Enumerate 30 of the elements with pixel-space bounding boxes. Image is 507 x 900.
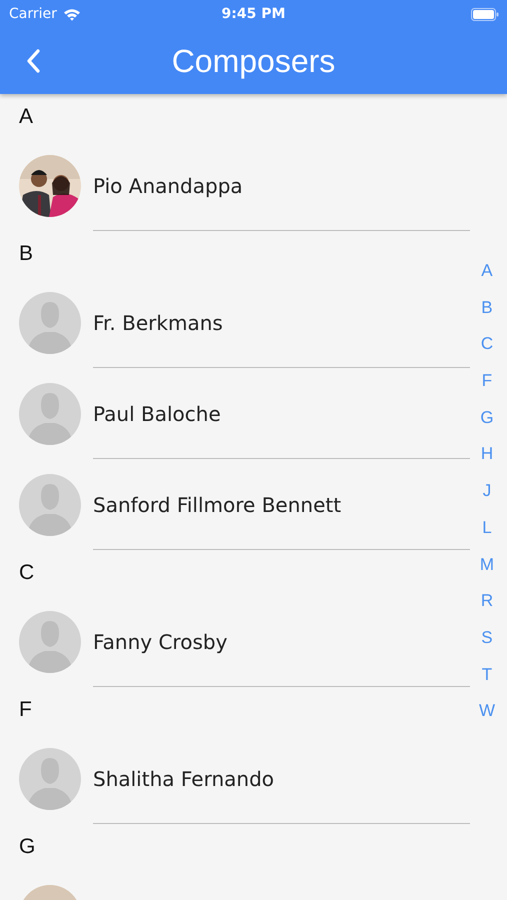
index-letter[interactable]: R xyxy=(480,589,494,626)
index-letter[interactable]: F xyxy=(482,369,492,406)
carrier-label: Carrier xyxy=(9,6,57,22)
index-letter[interactable]: C xyxy=(480,332,494,370)
section-header: B xyxy=(19,242,34,266)
index-letter[interactable]: J xyxy=(482,479,492,516)
index-letter[interactable]: B xyxy=(481,296,493,332)
status-time: 9:45 PM xyxy=(222,6,286,22)
index-letter[interactable]: H xyxy=(480,442,494,480)
index-letter[interactable]: G xyxy=(480,406,494,442)
index-letter[interactable]: W xyxy=(478,699,495,736)
index-letter[interactable]: M xyxy=(480,552,494,590)
section-header: G xyxy=(19,835,36,859)
composer-name[interactable]: Paul Baloche xyxy=(93,402,221,426)
page-title: Composers xyxy=(172,42,336,80)
composer-name[interactable]: Sanford Fillmore Bennett xyxy=(93,492,342,516)
composer-name[interactable]: Fanny Crosby xyxy=(93,630,228,654)
index-letter[interactable]: S xyxy=(481,626,493,663)
section-header: F xyxy=(19,698,32,722)
section-header: C xyxy=(19,561,34,585)
composer-name[interactable]: Fr. Berkmans xyxy=(93,310,223,334)
composer-name[interactable]: Pio Anandappa xyxy=(93,174,243,198)
composer-name[interactable]: Shalitha Fernando xyxy=(93,766,274,790)
section-header: A xyxy=(19,105,34,129)
index-letter[interactable]: A xyxy=(481,259,493,296)
wifi-icon xyxy=(62,8,81,20)
chevron-left-icon xyxy=(26,49,40,73)
index-letter[interactable]: L xyxy=(482,516,492,552)
battery-icon xyxy=(471,8,499,20)
index-letter[interactable]: T xyxy=(482,662,492,700)
